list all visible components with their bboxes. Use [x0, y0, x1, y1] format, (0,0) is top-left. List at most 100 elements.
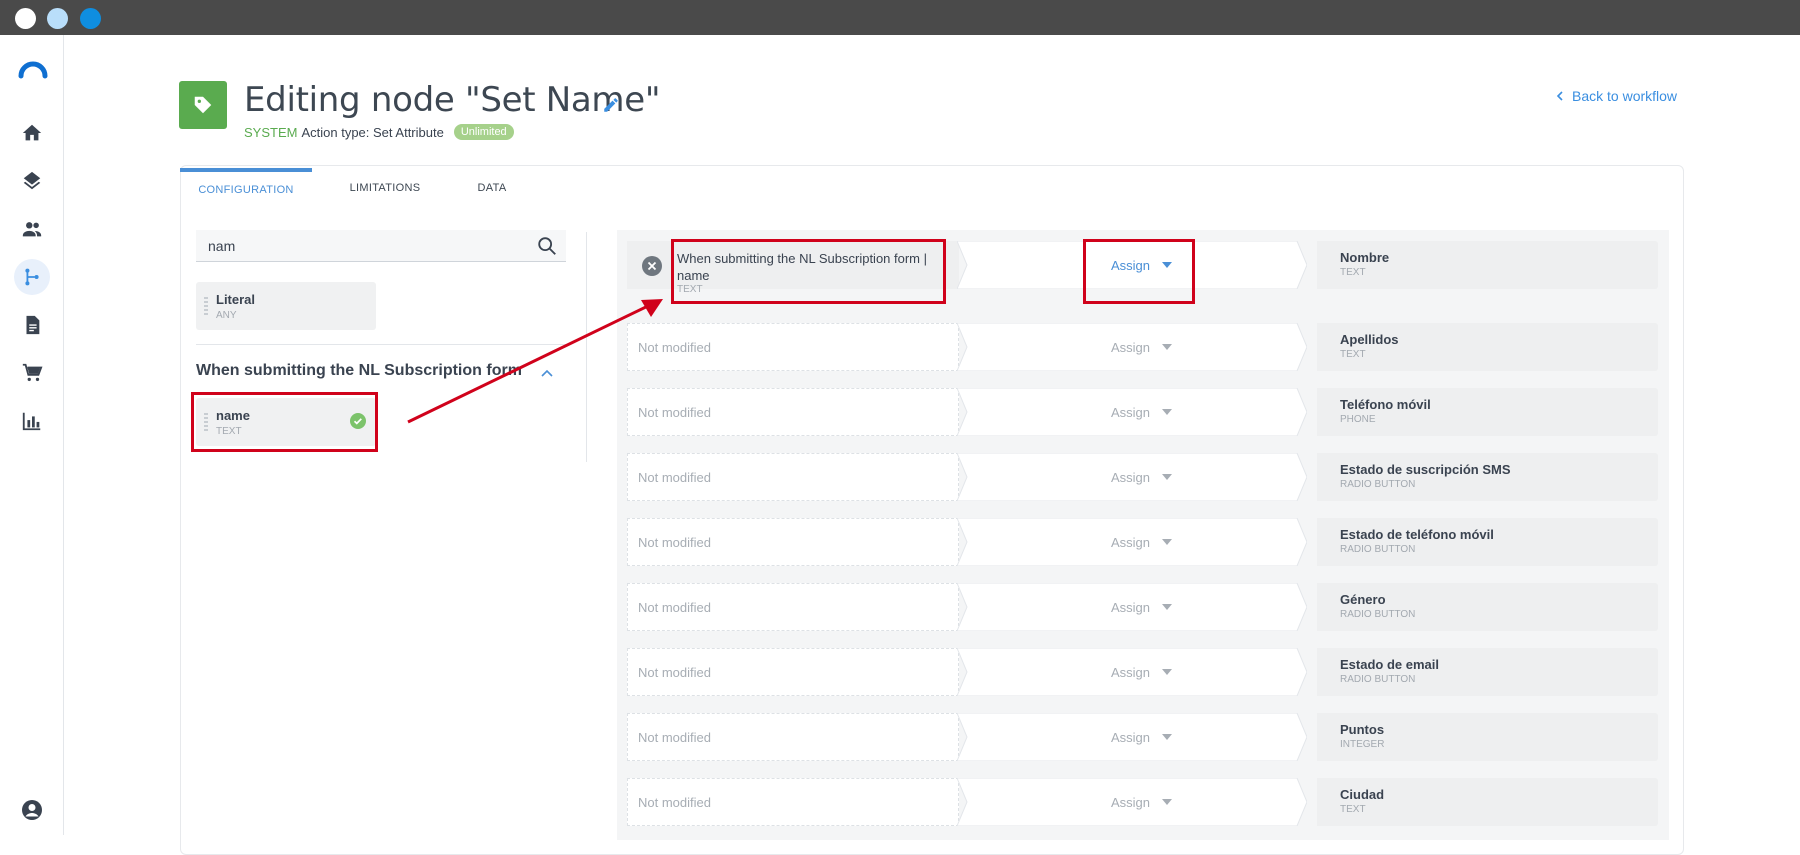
operation-label: Assign [1111, 469, 1151, 485]
user-account-icon[interactable] [20, 798, 44, 822]
target-attribute: Género RADIO BUTTON [1317, 583, 1658, 631]
target-type: RADIO BUTTON [1340, 674, 1416, 685]
annotation-highlight-assign [1083, 239, 1195, 304]
chevron-left-icon [1556, 91, 1563, 101]
mapping-row: Not modified Assign Género RADIO BUTTON [627, 583, 1658, 631]
target-attribute: Nombre TEXT [1317, 241, 1658, 289]
target-name: Estado de suscripción SMS [1340, 462, 1511, 477]
mapping-source-dropzone[interactable]: Not modified [627, 583, 959, 631]
literal-chip[interactable]: Literal ANY [196, 282, 376, 330]
attribute-search-input[interactable]: nam [196, 230, 566, 262]
target-attribute: Apellidos TEXT [1317, 323, 1658, 371]
mapping-row: Not modified Assign Estado de email RADI… [627, 648, 1658, 696]
caret-down-icon [1162, 799, 1173, 805]
back-link-label: Back to workflow [1572, 88, 1678, 104]
window-titlebar [0, 0, 1800, 35]
tab-limitations[interactable]: LIMITATIONS [330, 168, 440, 208]
mapping-source-dropzone[interactable]: Not modified [627, 388, 959, 436]
mapping-row: Not modified Assign Estado de suscripció… [627, 453, 1658, 501]
caret-down-icon [1162, 669, 1173, 675]
operation-dropdown[interactable]: Assign [1111, 713, 1201, 761]
search-icon[interactable] [536, 235, 558, 257]
set-attribute-tag-icon [179, 81, 227, 129]
sidebar-item-documents[interactable] [14, 307, 50, 343]
target-type: TEXT [1340, 267, 1366, 278]
tab-configuration[interactable]: CONFIGURATION [180, 168, 312, 208]
sidebar-item-reports[interactable] [14, 403, 50, 439]
target-attribute: Ciudad TEXT [1317, 778, 1658, 826]
operation-dropdown[interactable]: Assign [1111, 518, 1201, 566]
operation-dropdown[interactable]: Assign [1111, 778, 1201, 826]
sidebar [0, 35, 64, 835]
mapping-source-dropzone[interactable]: Not modified [627, 518, 959, 566]
sidebar-item-layers[interactable] [14, 163, 50, 199]
mapping-row: Not modified Assign Apellidos TEXT [627, 323, 1658, 371]
caret-down-icon [1162, 604, 1173, 610]
target-name: Estado de email [1340, 657, 1439, 672]
target-type: INTEGER [1340, 739, 1385, 750]
target-type: RADIO BUTTON [1340, 609, 1416, 620]
app-logo-icon[interactable] [18, 54, 48, 84]
operation-dropdown[interactable]: Assign [1111, 453, 1201, 501]
operation-label: Assign [1111, 339, 1151, 355]
mapping-source-dropzone[interactable]: Not modified [627, 713, 959, 761]
window-minimize-button[interactable] [47, 8, 68, 29]
target-name: Estado de teléfono móvil [1340, 527, 1494, 542]
mapping-source-dropzone[interactable]: Not modified [627, 648, 959, 696]
window-close-button[interactable] [15, 8, 36, 29]
operation-dropdown[interactable]: Assign [1111, 388, 1201, 436]
caret-down-icon [1162, 734, 1173, 740]
edit-pencil-icon[interactable] [602, 96, 620, 114]
caret-down-icon [1162, 344, 1173, 350]
target-attribute: Estado de teléfono móvil RADIO BUTTON [1317, 518, 1658, 566]
sidebar-item-contacts[interactable] [14, 211, 50, 247]
mapping-row: Not modified Assign Estado de teléfono m… [627, 518, 1658, 566]
people-icon [22, 222, 42, 237]
drag-handle-icon[interactable] [204, 297, 208, 315]
action-type-label: Action type: Set Attribute [301, 124, 444, 140]
cart-icon [22, 363, 43, 382]
mapping-source-dropzone[interactable]: Not modified [627, 778, 959, 826]
operation-dropdown[interactable]: Assign [1111, 648, 1201, 696]
target-type: RADIO BUTTON [1340, 479, 1416, 490]
operation-label: Assign [1111, 664, 1151, 680]
unlimited-badge: Unlimited [453, 124, 514, 140]
mapping-row: Not modified Assign Puntos INTEGER [627, 713, 1658, 761]
mapping-source-dropzone[interactable]: Not modified [627, 323, 959, 371]
remove-mapping-icon[interactable] [642, 256, 662, 276]
target-attribute: Puntos INTEGER [1317, 713, 1658, 761]
mapping-row: Not modified Assign Ciudad TEXT [627, 778, 1658, 826]
target-name: Teléfono móvil [1340, 397, 1431, 412]
target-type: PHONE [1340, 414, 1376, 425]
mapping-source-dropzone[interactable]: Not modified [627, 453, 959, 501]
bar-chart-icon [22, 412, 41, 431]
tab-data[interactable]: DATA [442, 168, 542, 208]
document-icon [26, 315, 40, 335]
divider [196, 344, 566, 345]
operation-label: Assign [1111, 729, 1151, 745]
event-section-title: When submitting the NL Subscription form [196, 362, 522, 379]
target-name: Apellidos [1340, 332, 1399, 347]
sidebar-item-workflows[interactable] [14, 259, 50, 295]
home-icon [22, 124, 42, 141]
panel-divider [586, 232, 587, 462]
system-label: SYSTEM [244, 124, 298, 140]
operation-label: Assign [1111, 599, 1151, 615]
literal-name: Literal [216, 292, 256, 307]
operation-dropdown[interactable]: Assign [1111, 583, 1201, 631]
target-name: Nombre [1340, 250, 1390, 265]
node-subtitle: SYSTEM Action type: Set Attribute Unlimi… [244, 124, 514, 140]
target-attribute: Estado de suscripción SMS RADIO BUTTON [1317, 453, 1658, 501]
annotation-highlight-field [191, 392, 378, 452]
operation-dropdown[interactable]: Assign [1111, 323, 1201, 371]
search-value: nam [208, 237, 236, 254]
target-type: RADIO BUTTON [1340, 544, 1416, 555]
window-maximize-button[interactable] [80, 8, 101, 29]
target-attribute: Estado de email RADIO BUTTON [1317, 648, 1658, 696]
sidebar-item-home[interactable] [14, 115, 50, 151]
target-name: Ciudad [1340, 787, 1385, 802]
operation-label: Assign [1111, 534, 1151, 550]
chevron-up-icon[interactable] [540, 366, 554, 380]
back-to-workflow-link[interactable]: Back to workflow [1556, 88, 1677, 104]
sidebar-item-shop[interactable] [14, 355, 50, 391]
